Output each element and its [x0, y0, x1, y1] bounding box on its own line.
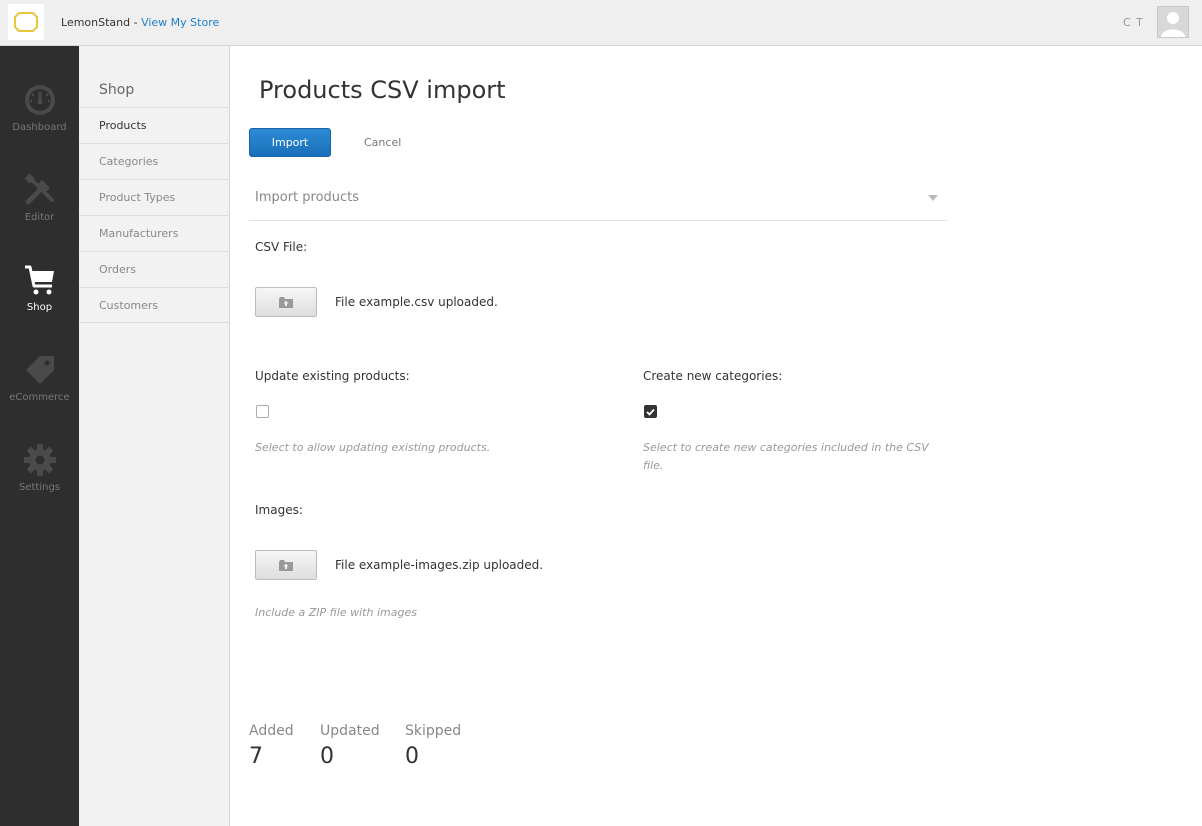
- update-existing-checkbox[interactable]: [256, 405, 269, 418]
- subnav-item-manufacturers[interactable]: Manufacturers: [79, 215, 230, 251]
- cancel-link[interactable]: Cancel: [364, 136, 401, 149]
- subnav-item-customers[interactable]: Customers: [79, 287, 230, 323]
- nav-item-shop[interactable]: Shop: [0, 262, 79, 332]
- user-initials[interactable]: C T: [1123, 16, 1144, 29]
- images-hint: Include a ZIP file with images: [255, 606, 417, 619]
- collapse-caret-icon[interactable]: [928, 195, 938, 201]
- stat-added-label: Added: [249, 723, 294, 739]
- stat-added: Added 7: [249, 723, 294, 769]
- main-content: Products CSV import Import Cancel Import…: [231, 46, 1202, 826]
- stat-added-value: 7: [249, 744, 263, 769]
- stat-updated: Updated 0: [320, 723, 380, 769]
- create-categories-hint-line: Select to create new categories included…: [643, 441, 929, 454]
- nav-label: Dashboard: [12, 122, 67, 133]
- view-store-link[interactable]: View My Store: [141, 16, 219, 29]
- images-upload-button[interactable]: [255, 550, 317, 580]
- stat-skipped-label: Skipped: [405, 723, 462, 739]
- page-title: Products CSV import: [259, 76, 506, 104]
- gauge-icon: [24, 85, 55, 115]
- tools-icon: [24, 173, 54, 205]
- lemon-logo-icon: [14, 12, 38, 32]
- main-nav: Dashboard Editor Shop eCommerce Settings: [0, 46, 79, 826]
- section-title: Import products: [255, 190, 360, 205]
- nav-label: Shop: [26, 302, 53, 313]
- cart-icon: [24, 265, 54, 295]
- nav-label: Settings: [18, 482, 60, 493]
- update-existing-hint: Select to allow updating existing produc…: [255, 441, 491, 454]
- section-header[interactable]: Import products: [249, 178, 948, 221]
- folder-upload-icon: [279, 559, 293, 571]
- create-categories-hint-line: file.: [643, 459, 664, 472]
- create-categories-checkbox[interactable]: [644, 405, 657, 418]
- subnav-list: Products Categories Product Types Manufa…: [79, 107, 230, 323]
- tag-icon: [25, 356, 54, 384]
- csv-file-label: CSV File:: [255, 240, 308, 254]
- create-categories-label: Create new categories:: [643, 369, 783, 383]
- update-existing-label: Update existing products:: [255, 369, 410, 383]
- store-name: LemonStand - View My Store: [61, 16, 219, 29]
- sub-nav: Shop Products Categories Product Types M…: [79, 46, 230, 826]
- stat-updated-value: 0: [320, 744, 334, 769]
- csv-upload-button[interactable]: [255, 287, 317, 317]
- stat-skipped: Skipped 0: [405, 723, 461, 769]
- import-button[interactable]: Import: [249, 128, 331, 157]
- subnav-item-product-types[interactable]: Product Types: [79, 179, 230, 215]
- images-label: Images:: [255, 503, 303, 517]
- subnav-title: Shop: [99, 82, 135, 98]
- store-name-text: LemonStand -: [61, 16, 142, 29]
- stat-updated-label: Updated: [320, 723, 380, 739]
- nav-item-settings[interactable]: Settings: [0, 442, 79, 512]
- folder-upload-icon: [279, 296, 293, 308]
- nav-label: Editor: [24, 212, 55, 223]
- lemonstand-logo[interactable]: [8, 4, 44, 40]
- images-upload-status: File example-images.zip uploaded.: [335, 558, 544, 572]
- avatar[interactable]: [1157, 6, 1189, 38]
- stat-skipped-value: 0: [405, 744, 419, 769]
- gear-icon: [23, 444, 56, 476]
- subnav-item-orders[interactable]: Orders: [79, 251, 230, 287]
- csv-upload-status: File example.csv uploaded.: [335, 295, 498, 309]
- top-bar: LemonStand - View My Store C T: [0, 0, 1202, 46]
- subnav-item-categories[interactable]: Categories: [79, 143, 230, 179]
- nav-item-ecommerce[interactable]: eCommerce: [0, 352, 79, 422]
- nav-item-editor[interactable]: Editor: [0, 172, 79, 242]
- nav-label: eCommerce: [9, 392, 70, 403]
- user-silhouette-icon: [1161, 12, 1185, 37]
- create-categories-hint: Select to create new categories included…: [643, 439, 943, 475]
- nav-item-dashboard[interactable]: Dashboard: [0, 82, 79, 152]
- subnav-item-products[interactable]: Products: [79, 107, 230, 143]
- check-icon: [646, 408, 655, 416]
